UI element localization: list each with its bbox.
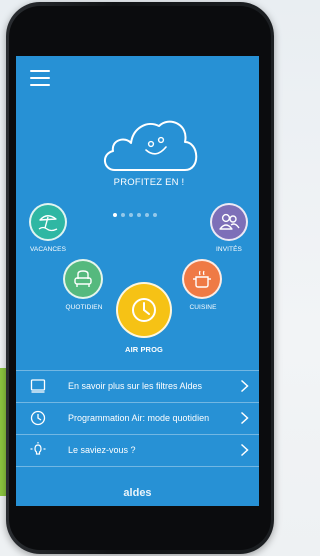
filter-icon [30,379,46,393]
hero-label: PROFITEZ EN ! [113,177,185,188]
mode-invites-label: INVITÉS [216,246,242,253]
chevron-right-icon [240,411,249,425]
smiling-cloud-icon [104,120,198,171]
brand-logo: aldes [123,487,152,499]
menu-item-programmation[interactable]: Programmation Air: mode quotidien [16,402,259,434]
hamburger-menu-icon[interactable] [30,70,50,86]
app-screen: PROFITEZ EN ! VACANCES INVITÉS QUOTIDIEN… [16,56,259,506]
mode-vacances-label: VACANCES [29,246,67,253]
mode-air-prog-label: AIR PROG [125,345,163,354]
carousel-dot[interactable] [153,213,157,217]
armchair-icon [74,270,92,287]
menu-item-label: Programmation Air: mode quotidien [68,413,210,423]
mode-quotidien-label: QUOTIDIEN [65,304,103,311]
carousel-pagination[interactable] [113,213,157,217]
info-menu-list: En savoir plus sur les filtres Aldes Pro… [16,370,259,467]
beach-umbrella-icon [38,215,58,232]
lightbulb-icon [30,442,46,455]
clock-icon [132,298,156,322]
carousel-dot[interactable] [145,213,149,217]
cooking-pot-icon [193,270,211,288]
menu-item-filtres[interactable]: En savoir plus sur les filtres Aldes [16,370,259,402]
carousel-dot[interactable] [129,213,133,217]
mode-cuisine-button[interactable] [182,259,222,299]
carousel-dot[interactable] [113,213,117,217]
carousel-dot[interactable] [121,213,125,217]
clock-icon [30,410,46,426]
guests-icon [219,213,240,230]
mode-vacances-button[interactable] [29,203,67,241]
menu-item-label: En savoir plus sur les filtres Aldes [68,381,203,391]
menu-item-saviez-vous[interactable]: Le saviez-vous ? [16,434,259,467]
mode-cuisine-label: CUISINE [189,304,217,311]
menu-item-label: Le saviez-vous ? [68,445,136,455]
mode-invites-button[interactable] [210,203,248,241]
chevron-right-icon [240,443,249,457]
chevron-right-icon [240,379,249,393]
carousel-dot[interactable] [137,213,141,217]
mode-air-prog-button[interactable] [116,282,172,338]
mode-quotidien-button[interactable] [63,259,103,299]
